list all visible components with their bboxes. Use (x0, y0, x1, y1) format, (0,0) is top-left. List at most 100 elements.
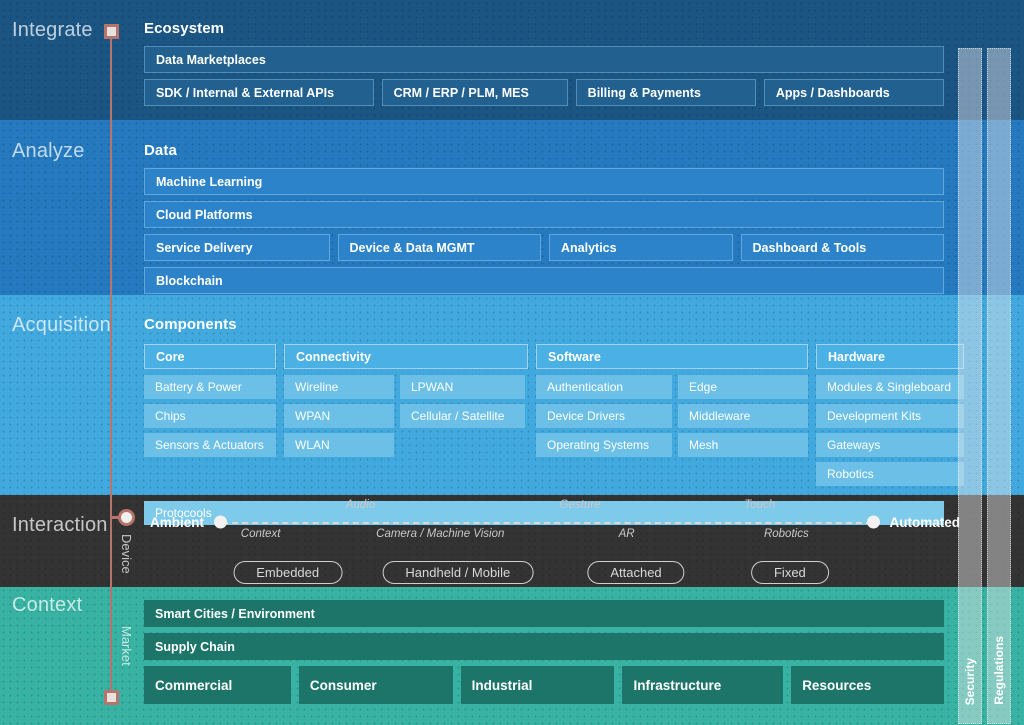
overlay-label-security: Security (963, 657, 977, 705)
acquisition-item-chips[interactable]: Chips (144, 404, 276, 428)
integrate-content: Ecosystem Data Marketplaces SDK / Intern… (144, 20, 944, 112)
acquisition-item-device-drivers[interactable]: Device Drivers (536, 404, 672, 428)
stage-label-acquisition: Acquisition (12, 314, 111, 336)
acquisition-item-wlan[interactable]: WLAN (284, 433, 394, 457)
interaction-chip-fixed[interactable]: Fixed (750, 561, 829, 584)
acquisition-software-subs: Authentication Device Drivers Operating … (536, 375, 808, 457)
analyze-item-blockchain[interactable]: Blockchain (144, 267, 944, 294)
analyze-item-analytics[interactable]: Analytics (549, 234, 733, 261)
interaction-tick-touch: Touch (744, 499, 776, 511)
interaction-label-ambient: Ambient (150, 514, 204, 530)
context-content: Smart Cities / Environment Supply Chain … (144, 600, 944, 710)
acquisition-connectivity-col-2: LPWAN Cellular / Satellite (400, 375, 525, 457)
integrate-item-sdk-apis[interactable]: SDK / Internal & External APIs (144, 79, 374, 106)
integrate-item-data-marketplaces[interactable]: Data Marketplaces (144, 46, 944, 73)
analyze-content: Data Machine Learning Cloud Platforms Se… (144, 142, 944, 300)
integrate-item-crm-erp-plm-mes[interactable]: CRM / ERP / PLM, MES (381, 79, 568, 106)
acquisition-item-gateways[interactable]: Gateways (816, 433, 964, 457)
acquisition-core-col-1: Battery & Power Chips Sensors & Actuator… (144, 375, 276, 457)
context-item-industrial[interactable]: Industrial (460, 666, 615, 704)
acquisition-item-wpan[interactable]: WPAN (284, 404, 394, 428)
timeline-label-market: Market (119, 626, 134, 666)
overlay-bar-security[interactable]: Security (958, 48, 982, 724)
acquisition-column-connectivity: Connectivity Wireline WPAN WLAN LPWAN Ce… (284, 344, 528, 486)
acquisition-hardware-subs: Modules & Singleboard Development Kits G… (816, 375, 964, 486)
acquisition-hardware-col-1: Modules & Singleboard Development Kits G… (816, 375, 964, 486)
context-wide-row-1: Smart Cities / Environment (144, 600, 944, 627)
acquisition-header-core[interactable]: Core (144, 344, 276, 369)
acquisition-item-authentication[interactable]: Authentication (536, 375, 672, 399)
analyze-wide-row-3: Blockchain (144, 267, 944, 294)
acquisition-item-mesh[interactable]: Mesh (678, 433, 808, 457)
interaction-label-automated: Automated (889, 514, 961, 530)
acquisition-group-title: Components (144, 316, 237, 333)
timeline-node-device (118, 509, 135, 526)
acquisition-column-hardware: Hardware Modules & Singleboard Developme… (816, 344, 964, 486)
acquisition-column-core: Core Battery & Power Chips Sensors & Act… (144, 344, 276, 486)
acquisition-item-development-kits[interactable]: Development Kits (816, 404, 964, 428)
interaction-tick-context: Context (240, 528, 281, 540)
interaction-tick-audio: Audio (345, 499, 376, 511)
interaction-scale: Ambient Audio Gesture Touch Context Came… (150, 499, 961, 540)
integrate-items-row: SDK / Internal & External APIs CRM / ERP… (144, 79, 944, 106)
acquisition-item-wireline[interactable]: Wireline (284, 375, 394, 399)
acquisition-item-lpwan[interactable]: LPWAN (400, 375, 525, 399)
acquisition-item-edge[interactable]: Edge (678, 375, 808, 399)
acquisition-item-sensors-actuators[interactable]: Sensors & Actuators (144, 433, 276, 457)
interaction-tick-ar: AR (618, 528, 635, 540)
acquisition-header-connectivity[interactable]: Connectivity (284, 344, 528, 369)
integrate-group-title: Ecosystem (144, 20, 225, 37)
acquisition-item-cellular-satellite[interactable]: Cellular / Satellite (400, 404, 525, 428)
interaction-dot-start[interactable] (214, 515, 227, 529)
context-item-infrastructure[interactable]: Infrastructure (622, 666, 784, 704)
interaction-chips: Embedded Handheld / Mobile Attached Fixe… (150, 561, 960, 585)
overlay-bar-regulations[interactable]: Regulations (987, 48, 1011, 724)
integrate-item-apps-dashboards[interactable]: Apps / Dashboards (763, 79, 944, 106)
timeline-label-device: Device (119, 534, 134, 574)
analyze-item-device-data-mgmt[interactable]: Device & Data MGMT (337, 234, 541, 261)
analyze-item-cloud-platforms[interactable]: Cloud Platforms (144, 201, 944, 228)
acquisition-item-modules-singleboard[interactable]: Modules & Singleboard (816, 375, 964, 399)
acquisition-item-operating-systems[interactable]: Operating Systems (536, 433, 672, 457)
analyze-group-title: Data (144, 142, 177, 159)
interaction-chip-handheld-mobile[interactable]: Handheld / Mobile (382, 561, 534, 584)
analyze-item-machine-learning[interactable]: Machine Learning (144, 168, 944, 195)
timeline-axis (110, 28, 112, 700)
interaction-tick-camera-machine-vision: Camera / Machine Vision (376, 528, 505, 540)
interaction-content: Ambient Audio Gesture Touch Context Came… (150, 499, 961, 585)
acquisition-item-battery-power[interactable]: Battery & Power (144, 375, 276, 399)
acquisition-software-col-1: Authentication Device Drivers Operating … (536, 375, 672, 457)
acquisition-column-software: Software Authentication Device Drivers O… (536, 344, 808, 486)
timeline-node-top (104, 24, 119, 39)
analyze-item-service-delivery[interactable]: Service Delivery (144, 234, 330, 261)
analyze-items-row: Service Delivery Device & Data MGMT Anal… (144, 234, 944, 261)
context-item-supply-chain[interactable]: Supply Chain (144, 633, 944, 660)
context-item-resources[interactable]: Resources (791, 666, 944, 704)
analyze-wide-row-1: Machine Learning (144, 168, 944, 195)
context-item-commercial[interactable]: Commercial (144, 666, 291, 704)
stage-label-context: Context (12, 594, 83, 616)
context-item-smart-cities-environment[interactable]: Smart Cities / Environment (144, 600, 944, 627)
integrate-item-billing-payments[interactable]: Billing & Payments (575, 79, 756, 106)
acquisition-core-subs: Battery & Power Chips Sensors & Actuator… (144, 375, 276, 457)
interaction-chip-attached[interactable]: Attached (587, 561, 685, 584)
acquisition-header-software[interactable]: Software (536, 344, 808, 369)
acquisition-connectivity-subs: Wireline WPAN WLAN LPWAN Cellular / Sate… (284, 375, 528, 457)
interaction-dashed-line (222, 522, 872, 524)
integrate-wide-row: Data Marketplaces (144, 46, 944, 73)
interaction-tick-robotics: Robotics (763, 528, 809, 540)
acquisition-header-hardware[interactable]: Hardware (816, 344, 964, 369)
iot-stack-diagram: Integrate Analyze Acquisition Interactio… (0, 0, 1024, 725)
interaction-chip-embedded[interactable]: Embedded (233, 561, 343, 584)
interaction-dot-end[interactable] (866, 515, 880, 529)
analyze-item-dashboard-tools[interactable]: Dashboard & Tools (740, 234, 944, 261)
acquisition-item-middleware[interactable]: Middleware (678, 404, 808, 428)
acquisition-grid: Core Battery & Power Chips Sensors & Act… (144, 344, 964, 486)
acquisition-item-robotics[interactable]: Robotics (816, 462, 964, 486)
stage-label-interaction: Interaction (12, 514, 108, 536)
acquisition-software-col-2: Edge Middleware Mesh (678, 375, 808, 457)
context-item-consumer[interactable]: Consumer (298, 666, 453, 704)
context-items-row: Commercial Consumer Industrial Infrastru… (144, 666, 944, 704)
interaction-tick-gesture: Gesture (559, 499, 601, 511)
acquisition-content: Components Core Battery & Power Chips Se… (144, 316, 964, 531)
